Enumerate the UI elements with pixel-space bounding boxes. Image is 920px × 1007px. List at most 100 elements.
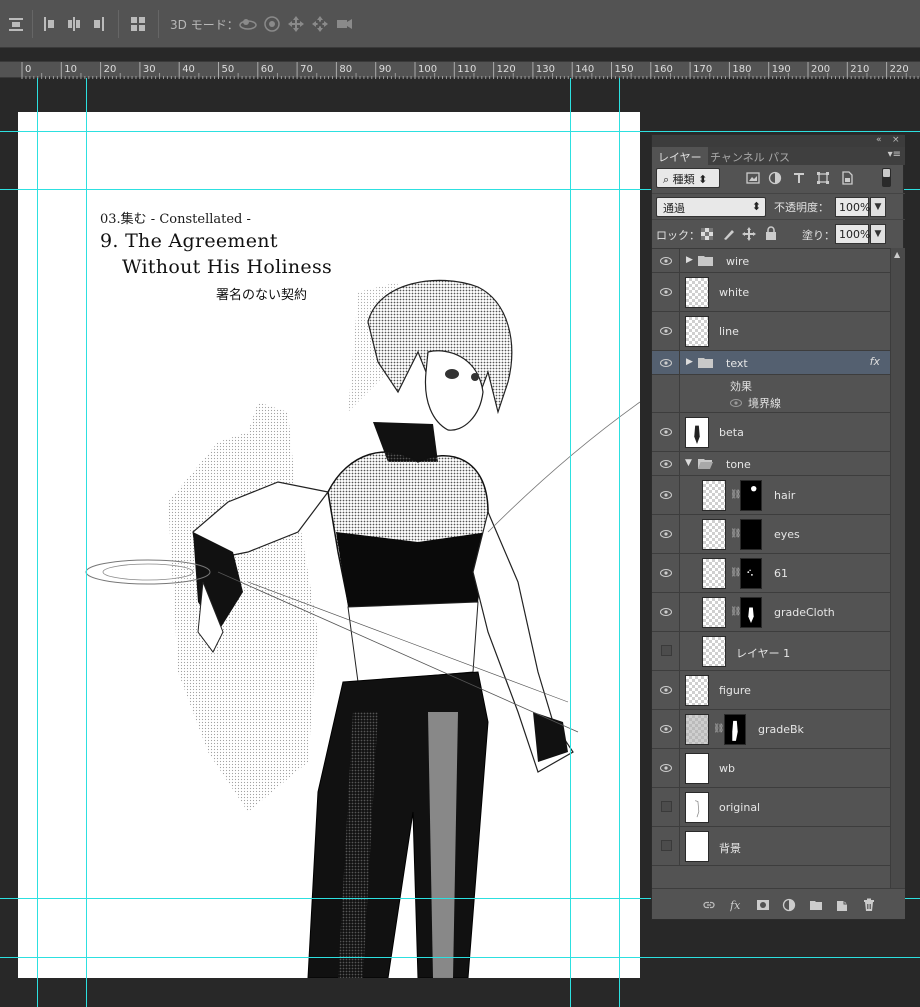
scale-3d-icon[interactable] xyxy=(334,14,354,34)
opacity-dropdown-icon[interactable]: ▼ xyxy=(870,197,886,217)
filter-type-icon[interactable] xyxy=(792,171,806,185)
visibility-toggle[interactable] xyxy=(652,788,680,826)
effect-eye-icon[interactable] xyxy=(730,399,742,407)
filter-adjustment-icon[interactable] xyxy=(768,171,782,185)
filter-smart-object-icon[interactable] xyxy=(840,171,854,185)
tab-layers[interactable]: レイヤー xyxy=(652,147,708,165)
layer-mask-thumbnail[interactable] xyxy=(740,558,762,589)
layer-mask-thumbnail[interactable] xyxy=(724,714,746,745)
tab-channels[interactable]: チャンネル xyxy=(704,147,771,165)
orbit-3d-icon[interactable] xyxy=(238,14,258,34)
slide-3d-icon[interactable] xyxy=(310,14,330,34)
roll-3d-icon[interactable] xyxy=(262,14,282,34)
layer-row-wb[interactable]: wb xyxy=(652,749,890,788)
fill-input[interactable]: 100% xyxy=(835,224,870,244)
visibility-toggle[interactable] xyxy=(652,593,680,631)
new-group-icon[interactable] xyxy=(809,897,823,911)
lock-position-icon[interactable] xyxy=(742,227,756,241)
layer-row-hair[interactable]: ⛓ hair xyxy=(652,476,890,515)
fill-dropdown-icon[interactable]: ▼ xyxy=(870,224,886,244)
layer-row-gradebk[interactable]: ⛓ gradeBk xyxy=(652,710,890,749)
new-layer-icon[interactable] xyxy=(835,897,849,911)
layer-row-eyes[interactable]: ⛓ eyes xyxy=(652,515,890,554)
layer-mask-thumbnail[interactable] xyxy=(740,597,762,628)
filter-pixel-icon[interactable] xyxy=(746,171,760,185)
visibility-toggle[interactable] xyxy=(652,249,680,272)
distribute-right-icon[interactable] xyxy=(88,14,108,34)
distribute-vertical-icon[interactable] xyxy=(6,14,26,34)
visibility-toggle[interactable] xyxy=(652,413,680,451)
visibility-toggle[interactable] xyxy=(652,515,680,553)
layer-row-beta[interactable]: beta xyxy=(652,413,890,452)
visibility-toggle[interactable] xyxy=(652,671,680,709)
layer-row-original[interactable]: original xyxy=(652,788,890,827)
lock-image-pixels-icon[interactable] xyxy=(722,227,736,241)
tab-paths[interactable]: パス xyxy=(762,147,796,165)
expand-arrow-icon[interactable]: ▶ xyxy=(686,255,693,265)
link-chain-icon[interactable]: ⛓ xyxy=(730,568,741,580)
visibility-toggle[interactable] xyxy=(652,351,680,374)
distribute-left-icon[interactable] xyxy=(40,14,60,34)
layers-scrollbar[interactable]: ▲ xyxy=(890,248,905,888)
layer-row-61[interactable]: ⛓ 61 xyxy=(652,554,890,593)
blend-mode-select[interactable]: 通過 ⬍ xyxy=(656,197,766,217)
layer-row-wire[interactable]: ▶ wire xyxy=(652,249,890,273)
link-chain-icon[interactable]: ⛓ xyxy=(730,490,741,502)
guide-vertical[interactable] xyxy=(619,78,620,1007)
link-chain-icon[interactable]: ⛓ xyxy=(713,724,724,736)
distribute-center-icon[interactable] xyxy=(64,14,84,34)
guide-vertical[interactable] xyxy=(86,78,87,1007)
layer-mask-thumbnail[interactable] xyxy=(740,519,762,550)
layer-row-tone[interactable]: ▼ tone xyxy=(652,452,890,476)
effect-stroke-label[interactable]: 境界線 xyxy=(748,395,781,411)
guide-vertical[interactable] xyxy=(37,78,38,1007)
link-layers-icon[interactable] xyxy=(702,897,716,911)
adjustment-layer-icon[interactable] xyxy=(782,897,796,912)
layer-row-gradecloth[interactable]: ⛓ gradeCloth xyxy=(652,593,890,632)
ruler-tick-label: 160 xyxy=(654,64,673,75)
visibility-toggle[interactable] xyxy=(652,710,680,748)
ruler-tick-label: 190 xyxy=(772,64,791,75)
visibility-toggle[interactable] xyxy=(652,452,680,475)
layer-row-line[interactable]: line xyxy=(652,312,890,351)
link-chain-icon[interactable]: ⛓ xyxy=(730,529,741,541)
add-mask-icon[interactable] xyxy=(756,897,770,911)
pan-3d-icon[interactable] xyxy=(286,14,306,34)
collapse-arrow-icon[interactable]: ▼ xyxy=(685,458,692,468)
visibility-toggle[interactable] xyxy=(652,554,680,592)
visibility-toggle[interactable] xyxy=(652,749,680,787)
lock-transparency-icon[interactable] xyxy=(700,227,714,241)
layer-row-white[interactable]: white xyxy=(652,273,890,312)
opacity-input[interactable]: 100% xyxy=(835,197,870,217)
expand-arrow-icon[interactable]: ▶ xyxy=(686,357,693,367)
double-chevron-icon[interactable]: « xyxy=(876,135,882,145)
delete-layer-icon[interactable] xyxy=(862,897,876,911)
layer-row-background[interactable]: 背景 xyxy=(652,827,890,866)
filter-kind-select[interactable]: ⌕ 種類 ⬍ xyxy=(656,168,720,188)
link-chain-icon[interactable]: ⛓ xyxy=(730,607,741,619)
layer-row-layer-1[interactable]: レイヤー 1 xyxy=(652,632,890,671)
layer-style-icon[interactable]: fx xyxy=(729,897,744,912)
filter-shape-icon[interactable] xyxy=(816,171,830,185)
lock-all-icon[interactable] xyxy=(764,226,778,240)
panel-menu-icon[interactable]: ▾≡ xyxy=(888,149,901,160)
scroll-up-icon[interactable]: ▲ xyxy=(894,250,903,260)
visibility-toggle[interactable] xyxy=(652,632,680,670)
visibility-toggle[interactable] xyxy=(652,273,680,311)
guide-horizontal[interactable] xyxy=(0,131,920,132)
layer-row-figure[interactable]: figure xyxy=(652,671,890,710)
fx-icon[interactable]: fx xyxy=(870,355,880,368)
filter-toggle-switch[interactable] xyxy=(882,168,891,187)
layer-row-text[interactable]: ▶ text fx xyxy=(652,351,890,375)
layer-thumbnail xyxy=(685,753,709,784)
visibility-toggle[interactable] xyxy=(652,827,680,865)
document-canvas[interactable]: 03.集む - Constellated - 9. The Agreement … xyxy=(18,112,640,978)
auto-align-icon[interactable] xyxy=(128,14,148,34)
layer-thumbnail xyxy=(702,519,726,550)
guide-vertical[interactable] xyxy=(570,78,571,1007)
visibility-toggle[interactable] xyxy=(652,476,680,514)
panel-close-button[interactable]: × xyxy=(892,135,900,145)
visibility-toggle[interactable] xyxy=(652,312,680,350)
guide-horizontal[interactable] xyxy=(0,957,920,958)
layer-mask-thumbnail[interactable] xyxy=(740,480,762,511)
